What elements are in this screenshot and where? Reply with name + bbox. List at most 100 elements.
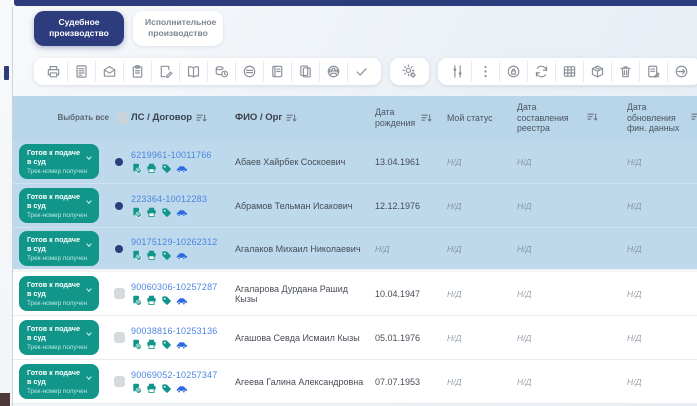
print-icon[interactable] (146, 163, 157, 174)
person-name: Агаларова Дурдана Рашид Кызы (235, 284, 375, 304)
tag-icon[interactable] (161, 163, 172, 174)
status-badge[interactable]: Готов к подаче в судТрек-номер получен (19, 364, 99, 399)
table-row[interactable]: Готов к подаче в судТрек-номер получен 22… (13, 184, 697, 228)
table-row[interactable]: Готов к подаче в судТрек-номер получен 90… (13, 272, 697, 316)
status-badge[interactable]: Готов к подаче в судТрек-номер получен (19, 144, 99, 179)
tag-icon[interactable] (161, 207, 172, 218)
substatus-label: Трек-номер получен (27, 212, 92, 219)
tag-icon[interactable] (161, 339, 172, 350)
account-link[interactable]: 90038816-10253136 (131, 326, 235, 336)
sort-icon[interactable] (587, 112, 598, 123)
table-row[interactable]: Готов к подаче в судТрек-номер получен 90… (13, 228, 697, 272)
account-actions (131, 339, 235, 350)
car-icon[interactable] (176, 250, 187, 261)
finance-doc-icon[interactable] (131, 295, 142, 306)
account-link[interactable]: 90175129-10262312 (131, 237, 235, 247)
status-badge[interactable]: Готов к подаче в судТрек-номер получен (19, 276, 99, 311)
fin-update-date: Н/Д (627, 377, 697, 387)
sort-icon[interactable] (196, 113, 207, 124)
top-navy-bar (14, 0, 697, 6)
coins-icon[interactable] (207, 61, 235, 82)
status-badge[interactable]: Готов к подаче в судТрек-номер получен (19, 188, 99, 223)
tab-enforcement-proceedings[interactable]: Исполнительное производство (133, 11, 223, 46)
column-registry-date: Дата составления реестра (517, 102, 627, 135)
row-checkbox[interactable] (114, 288, 125, 299)
print-icon[interactable] (146, 295, 157, 306)
sort-icon[interactable] (286, 113, 297, 124)
document-edit-icon[interactable] (151, 61, 179, 82)
table-row[interactable]: Готов к подаче в судТрек-номер получен 90… (13, 360, 697, 404)
print-icon[interactable] (146, 207, 157, 218)
account-actions (131, 163, 235, 174)
refresh-icon[interactable] (527, 61, 555, 82)
account-link[interactable]: 223364-10012283 (131, 194, 235, 204)
fin-update-date: Н/Д (627, 289, 697, 299)
car-icon[interactable] (176, 207, 187, 218)
tag-icon[interactable] (161, 383, 172, 394)
chevron-down-icon (86, 374, 92, 380)
row-checkbox[interactable] (114, 376, 125, 387)
substatus-label: Трек-номер получен (27, 168, 92, 175)
car-icon[interactable] (176, 339, 187, 350)
printer-icon[interactable] (40, 61, 67, 82)
tab-judicial-proceedings[interactable]: Судебное производство (34, 11, 124, 46)
chevron-down-icon (86, 241, 92, 247)
person-name: Абаев Хайрбек Соскоевич (235, 157, 375, 167)
selected-dot-indicator[interactable] (115, 202, 123, 210)
column-my-status: Мой статус (447, 113, 517, 124)
table-row[interactable]: Готов к подаче в судТрек-номер получен 90… (13, 316, 697, 360)
account-link[interactable]: 90069052-10257347 (131, 370, 235, 380)
settings-gears-icon[interactable] (396, 61, 423, 82)
account-link[interactable]: 6219961-10011766 (131, 150, 235, 160)
invoice-icon[interactable] (67, 61, 95, 82)
card-file-edit-icon[interactable] (263, 61, 291, 82)
package-box-icon[interactable] (583, 61, 611, 82)
kebab-menu-icon[interactable] (471, 61, 499, 82)
table-row[interactable]: Готов к подаче в судТрек-номер получен 62… (13, 140, 697, 184)
finance-doc-icon[interactable] (131, 383, 142, 394)
toolbar-actions-group (34, 58, 381, 85)
clipboard-icon[interactable] (123, 61, 151, 82)
note-edit-icon[interactable] (639, 61, 667, 82)
car-icon[interactable] (176, 163, 187, 174)
filter-sliders-icon[interactable] (444, 61, 471, 82)
stamp-icon[interactable] (235, 61, 263, 82)
lock-circle-icon[interactable] (499, 61, 527, 82)
print-icon[interactable] (146, 383, 157, 394)
checkmark-icon[interactable] (347, 61, 375, 82)
finance-doc-icon[interactable] (131, 250, 142, 261)
selected-dot-indicator[interactable] (115, 158, 123, 166)
fin-update-date: Н/Д (627, 244, 697, 254)
rotate-sync-icon[interactable] (667, 61, 695, 82)
status-label: Готов к подаче в суд (27, 324, 85, 342)
select-all-checkbox[interactable] (116, 112, 128, 124)
person-name: Абрамов Тельман Исакович (235, 201, 375, 211)
status-badge[interactable]: Готов к подаче в судТрек-номер получен (19, 320, 99, 355)
car-icon[interactable] (176, 383, 187, 394)
print-icon[interactable] (146, 250, 157, 261)
mail-open-icon[interactable] (95, 61, 123, 82)
status-badge[interactable]: Готов к подаче в судТрек-номер получен (19, 231, 99, 266)
toolbar: Выбрать всё Изменить статус выбранных до… (34, 58, 695, 88)
print-icon[interactable] (146, 339, 157, 350)
selected-dot-indicator[interactable] (115, 245, 123, 253)
tag-icon[interactable] (161, 295, 172, 306)
sort-icon[interactable] (421, 113, 432, 124)
copy-documents-icon[interactable] (291, 61, 319, 82)
finance-doc-icon[interactable] (131, 163, 142, 174)
tag-icon[interactable] (161, 250, 172, 261)
book-icon[interactable] (179, 61, 207, 82)
trash-icon[interactable] (611, 61, 639, 82)
finance-doc-icon[interactable] (131, 207, 142, 218)
car-icon[interactable] (176, 295, 187, 306)
globe-group-icon[interactable] (319, 61, 347, 82)
toolbar-manage-group (438, 58, 697, 85)
table-grid-icon[interactable] (555, 61, 583, 82)
finance-doc-icon[interactable] (131, 339, 142, 350)
birth-date: Н/Д (375, 244, 447, 254)
account-actions (131, 250, 235, 261)
registry-date: Н/Д (517, 377, 627, 387)
account-link[interactable]: 90060306-10257287 (131, 282, 235, 292)
sort-icon[interactable] (691, 112, 697, 123)
row-checkbox[interactable] (114, 332, 125, 343)
